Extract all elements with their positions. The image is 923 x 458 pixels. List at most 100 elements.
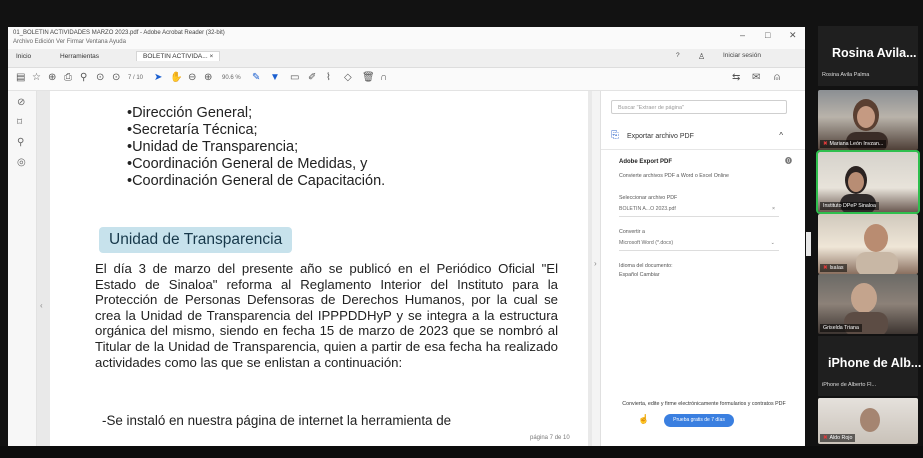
document-area: ‹ •Dirección General; •Secretaría Técnic…	[37, 91, 592, 446]
promo-text: Convierta, edite y firme electrónicament…	[622, 401, 786, 407]
sign-in-link[interactable]: Iniciar sesión	[723, 52, 761, 59]
participant-video[interactable]: ✖ Mariana León Invzan...	[818, 90, 918, 150]
participant-video[interactable]: Instituto DPeP Sinaloa	[816, 150, 920, 214]
language-value[interactable]: Español Cambiar	[619, 272, 660, 278]
window-title: 01_BOLETIN ACTIVIDADES MARZO 2023.pdf - …	[13, 30, 225, 36]
maximize-icon[interactable]: □	[765, 30, 770, 40]
export-description: Convierte archivos PDF a Word o Excel On…	[619, 173, 730, 179]
list-item: •Coordinación General de Capacitación.	[127, 173, 386, 189]
share-icon[interactable]: ⇆	[732, 72, 740, 83]
select-cursor-icon[interactable]: ➤	[154, 72, 162, 83]
convert-format-select[interactable]: Microsoft Word (*.docx) ⌄	[619, 237, 779, 251]
language-label: Idioma del documento:	[619, 263, 673, 269]
stamp-icon[interactable]: ◇	[344, 72, 352, 83]
participant-video[interactable]: ✖ Aldo Rojo	[818, 398, 918, 444]
menu-bar[interactable]: Archivo Edición Ver Firmar Ventana Ayuda	[13, 39, 126, 45]
select-file-label: Seleccionar archivo PDF	[619, 195, 678, 201]
hand-icon[interactable]: ✋	[170, 72, 182, 83]
mic-muted-icon: ✖	[823, 265, 828, 271]
participant-name: Rosina Avila...	[832, 46, 917, 60]
shared-screen: 01_BOLETIN ACTIVIDADES MARZO 2023.pdf - …	[8, 27, 805, 446]
minimize-icon[interactable]: –	[740, 30, 745, 40]
tools-side-panel: Buscar "Extraer de página" ⎘ Exportar ar…	[600, 91, 805, 446]
participant-name-card[interactable]: Rosina Avila... Rosina Avila Palma	[818, 26, 918, 86]
acrobat-toolbar: ▤ ☆ ⊕ ⎙ ⚲ ⊙ ⊙ 7 / 10 ➤ ✋ ⊖ ⊕ 90.6 % ✎ ▼ …	[8, 68, 805, 91]
tab-inicio[interactable]: Inicio	[16, 53, 31, 60]
profile-icon[interactable]: ⍝	[774, 72, 780, 83]
comment-icon[interactable]: ▭	[290, 72, 299, 83]
attachment-icon[interactable]: ⚲	[17, 137, 24, 148]
pen-icon[interactable]: ✐	[308, 72, 316, 83]
participant-video[interactable]: Griselda Triana	[818, 274, 918, 334]
call-top-bar	[0, 0, 923, 24]
participant-label: Griselda Triana	[820, 324, 862, 332]
export-service: Adobe Export PDF	[619, 159, 673, 165]
participant-name-card[interactable]: iPhone de Alb... iPhone de Alberto Fl...	[818, 336, 922, 396]
info-icon[interactable]: ⓿	[785, 156, 792, 166]
video-call-stage: 01_BOLETIN ACTIVIDADES MARZO 2023.pdf - …	[0, 0, 923, 458]
participant-label: Instituto DPeP Sinaloa	[820, 202, 879, 210]
list-item: •Secretaría Técnica;	[127, 122, 258, 138]
selected-file-field[interactable]: BOLETIN A...O 2023.pdf ×	[619, 203, 779, 217]
page-indicator[interactable]: 7 / 10	[128, 75, 143, 81]
annotate-icon[interactable]: ✎	[252, 72, 260, 83]
collapse-left-icon[interactable]: ‹	[40, 301, 43, 310]
participant-label: ✖ Aldo Rojo	[820, 434, 856, 442]
sidebar-toggle-icon[interactable]: ▤	[16, 72, 25, 83]
page-number: página 7 de 10	[530, 435, 570, 441]
highlight-icon[interactable]: ▼	[270, 72, 280, 83]
zoom-out-icon[interactable]: ⊖	[188, 72, 196, 83]
next-page-icon[interactable]: ⊙	[112, 72, 120, 83]
zoom-level[interactable]: 90.6 %	[222, 75, 241, 81]
call-bottom-bar	[0, 446, 923, 458]
star-icon[interactable]: ☆	[32, 72, 41, 83]
participant-label: ✖ Mariana León Invzan...	[820, 140, 887, 148]
help-icon[interactable]: ?	[676, 52, 680, 59]
participant-label: iPhone de Alberto Fl...	[822, 382, 877, 388]
close-icon[interactable]: ✕	[789, 30, 797, 41]
free-trial-button[interactable]: Prueba gratis de 7 días	[664, 414, 734, 427]
participant-label: ✖ Isaías	[820, 264, 847, 272]
participant-label: Rosina Avila Palma	[822, 72, 870, 78]
bell-icon[interactable]: ♙	[698, 52, 705, 61]
panel-resize-handle[interactable]	[806, 232, 811, 256]
upload-icon[interactable]: ⊕	[48, 72, 56, 83]
zoom-in-icon[interactable]: ⊕	[204, 72, 212, 83]
bookmark-icon[interactable]: ⌑	[17, 117, 22, 128]
selected-file-value: BOLETIN A...O 2023.pdf	[619, 206, 676, 212]
export-title: Exportar archivo PDF	[626, 133, 694, 140]
participant-video[interactable]: ✖ Isaías	[818, 214, 918, 274]
delete-icon[interactable]: 🗑	[362, 72, 375, 83]
chevron-down-icon: ⌄	[770, 240, 775, 246]
bullet-list: •Dirección General; •Secretaría Técnica;…	[127, 105, 385, 190]
pdf-page: •Dirección General; •Secretaría Técnica;…	[50, 91, 588, 446]
mic-muted-icon: ✖	[823, 435, 828, 441]
print-icon[interactable]: ⎙	[64, 72, 72, 83]
prev-page-icon[interactable]: ⊙	[96, 72, 104, 83]
pages-icon[interactable]: ⊘	[17, 97, 25, 108]
remove-file-icon[interactable]: ×	[772, 203, 775, 216]
layers-icon[interactable]: ◎	[17, 157, 26, 168]
draw-icon[interactable]: ⌇	[326, 72, 331, 83]
audio-icon[interactable]: ∩	[380, 72, 387, 83]
mail-icon[interactable]: ✉	[752, 72, 760, 83]
tab-document[interactable]: BOLETIN ACTIVIDA... ×	[136, 51, 221, 61]
collapse-right-icon[interactable]: ›	[594, 259, 597, 268]
convert-label: Convertir a	[619, 229, 645, 235]
search-icon[interactable]: ⚲	[80, 72, 87, 83]
pointer-hand-icon: ☝	[638, 414, 650, 424]
acrobat-titlebar: 01_BOLETIN ACTIVIDADES MARZO 2023.pdf - …	[8, 27, 805, 49]
divider	[601, 149, 805, 150]
chevron-up-icon[interactable]: ^	[779, 127, 783, 145]
tab-bar: Inicio Herramientas BOLETIN ACTIVIDA... …	[8, 49, 805, 68]
export-pdf-header[interactable]: ⎘ Exportar archivo PDF ^	[611, 127, 787, 145]
list-item: •Coordinación General de Medidas, y	[127, 156, 368, 172]
participant-name: iPhone de Alb...	[828, 356, 922, 370]
body-paragraph-2: -Se instaló en nuestra página de interne…	[102, 413, 452, 428]
pdf-export-icon: ⎘	[611, 130, 619, 141]
body-paragraph: El día 3 de marzo del presente año se pu…	[95, 261, 558, 370]
tab-herramientas[interactable]: Herramientas	[60, 53, 99, 60]
left-rail: ⊘ ⌑ ⚲ ◎	[8, 91, 37, 446]
mic-muted-icon: ✖	[823, 141, 828, 147]
tools-search-input[interactable]: Buscar "Extraer de página"	[611, 100, 787, 114]
